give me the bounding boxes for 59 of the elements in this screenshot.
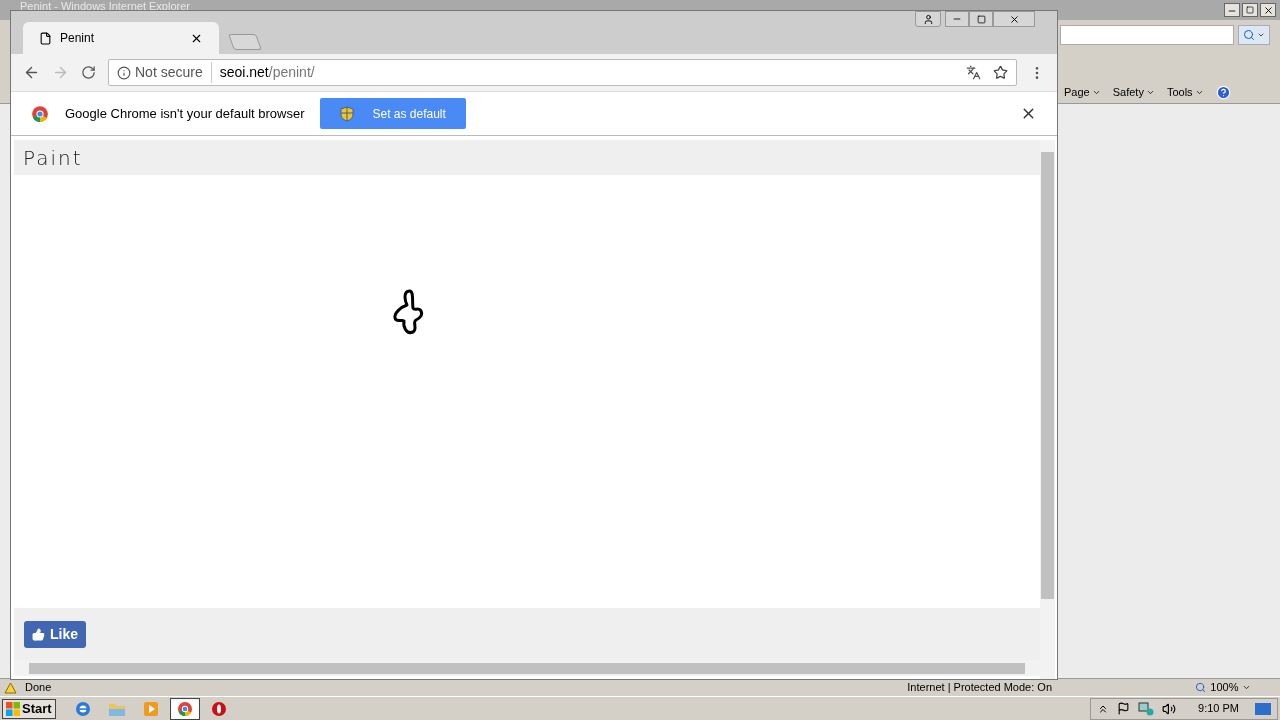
address-bar[interactable]: Not secure seoi.net/penint/	[108, 59, 1017, 86]
tab-title: Penint	[60, 30, 96, 47]
chrome-tab[interactable]: Penint	[23, 22, 219, 54]
caret-icon	[1091, 88, 1101, 97]
status-text: Done	[25, 680, 52, 696]
caret-icon	[1145, 88, 1155, 97]
restore-icon	[1246, 6, 1254, 14]
shield-icon	[340, 105, 355, 122]
network-icon[interactable]	[1138, 701, 1155, 716]
toolbar-menu-button[interactable]: Safety	[1112, 84, 1155, 101]
security-zone-text: Internet | Protected Mode: On	[907, 680, 1053, 696]
toolbar-menu-button[interactable]: Tools	[1166, 84, 1204, 101]
speaker-icon[interactable]	[1162, 701, 1177, 716]
page-icon	[39, 31, 52, 45]
person-icon	[922, 13, 934, 25]
like-button[interactable]: Like	[24, 620, 86, 648]
windows-logo-icon	[6, 701, 20, 716]
show-desktop-icon[interactable]	[1255, 702, 1271, 715]
caret-icon	[1242, 683, 1252, 692]
zoom-icon	[1195, 682, 1207, 693]
restore-button[interactable]	[1242, 3, 1258, 17]
play-icon	[142, 700, 159, 717]
flag-icon[interactable]	[1117, 702, 1131, 715]
window-title: Penint - Windows Internet Explorer	[20, 0, 190, 14]
search-icon	[1243, 29, 1255, 41]
search-button[interactable]	[1238, 25, 1270, 45]
translate-icon[interactable]	[966, 65, 981, 80]
close-icon	[1262, 4, 1274, 16]
zoom-button[interactable]: 100%	[1195, 679, 1252, 696]
profile-button[interactable]	[915, 11, 941, 27]
warning-icon	[4, 681, 17, 694]
close-button[interactable]	[1260, 3, 1276, 17]
caret-icon	[1257, 31, 1265, 39]
horizontal-scrollbar[interactable]	[14, 660, 1040, 676]
help-icon[interactable]	[1215, 85, 1231, 100]
chrome-icon	[31, 104, 49, 123]
reload-icon[interactable]	[81, 65, 96, 80]
minimize-button[interactable]	[945, 11, 969, 27]
toolbar-menu-button[interactable]: Page	[1064, 84, 1101, 101]
infobar-message: Google Chrome isn't your default browser	[65, 104, 305, 123]
page-heading: Paint	[23, 144, 83, 172]
back-icon[interactable]	[23, 64, 40, 81]
o-icon	[210, 700, 227, 717]
taskbar-app-button[interactable]	[169, 697, 200, 720]
info-icon	[117, 65, 131, 80]
minimize-button[interactable]	[1224, 3, 1240, 17]
close-icon	[1008, 13, 1020, 25]
clock: 9:10 PM	[1198, 701, 1239, 717]
vertical-scrollbar[interactable]	[1040, 140, 1055, 679]
caret-icon	[1194, 88, 1204, 97]
star-icon[interactable]	[993, 65, 1008, 80]
start-button[interactable]: Start	[2, 698, 56, 719]
maximize-button[interactable]	[969, 11, 993, 27]
thumbs-up-icon	[32, 627, 45, 641]
security-label: Not secure	[135, 62, 212, 83]
search-field[interactable]	[1060, 25, 1234, 45]
chrome-icon	[176, 700, 193, 717]
url-text: seoi.net/penint/	[218, 63, 316, 82]
maximize-icon	[976, 14, 986, 24]
